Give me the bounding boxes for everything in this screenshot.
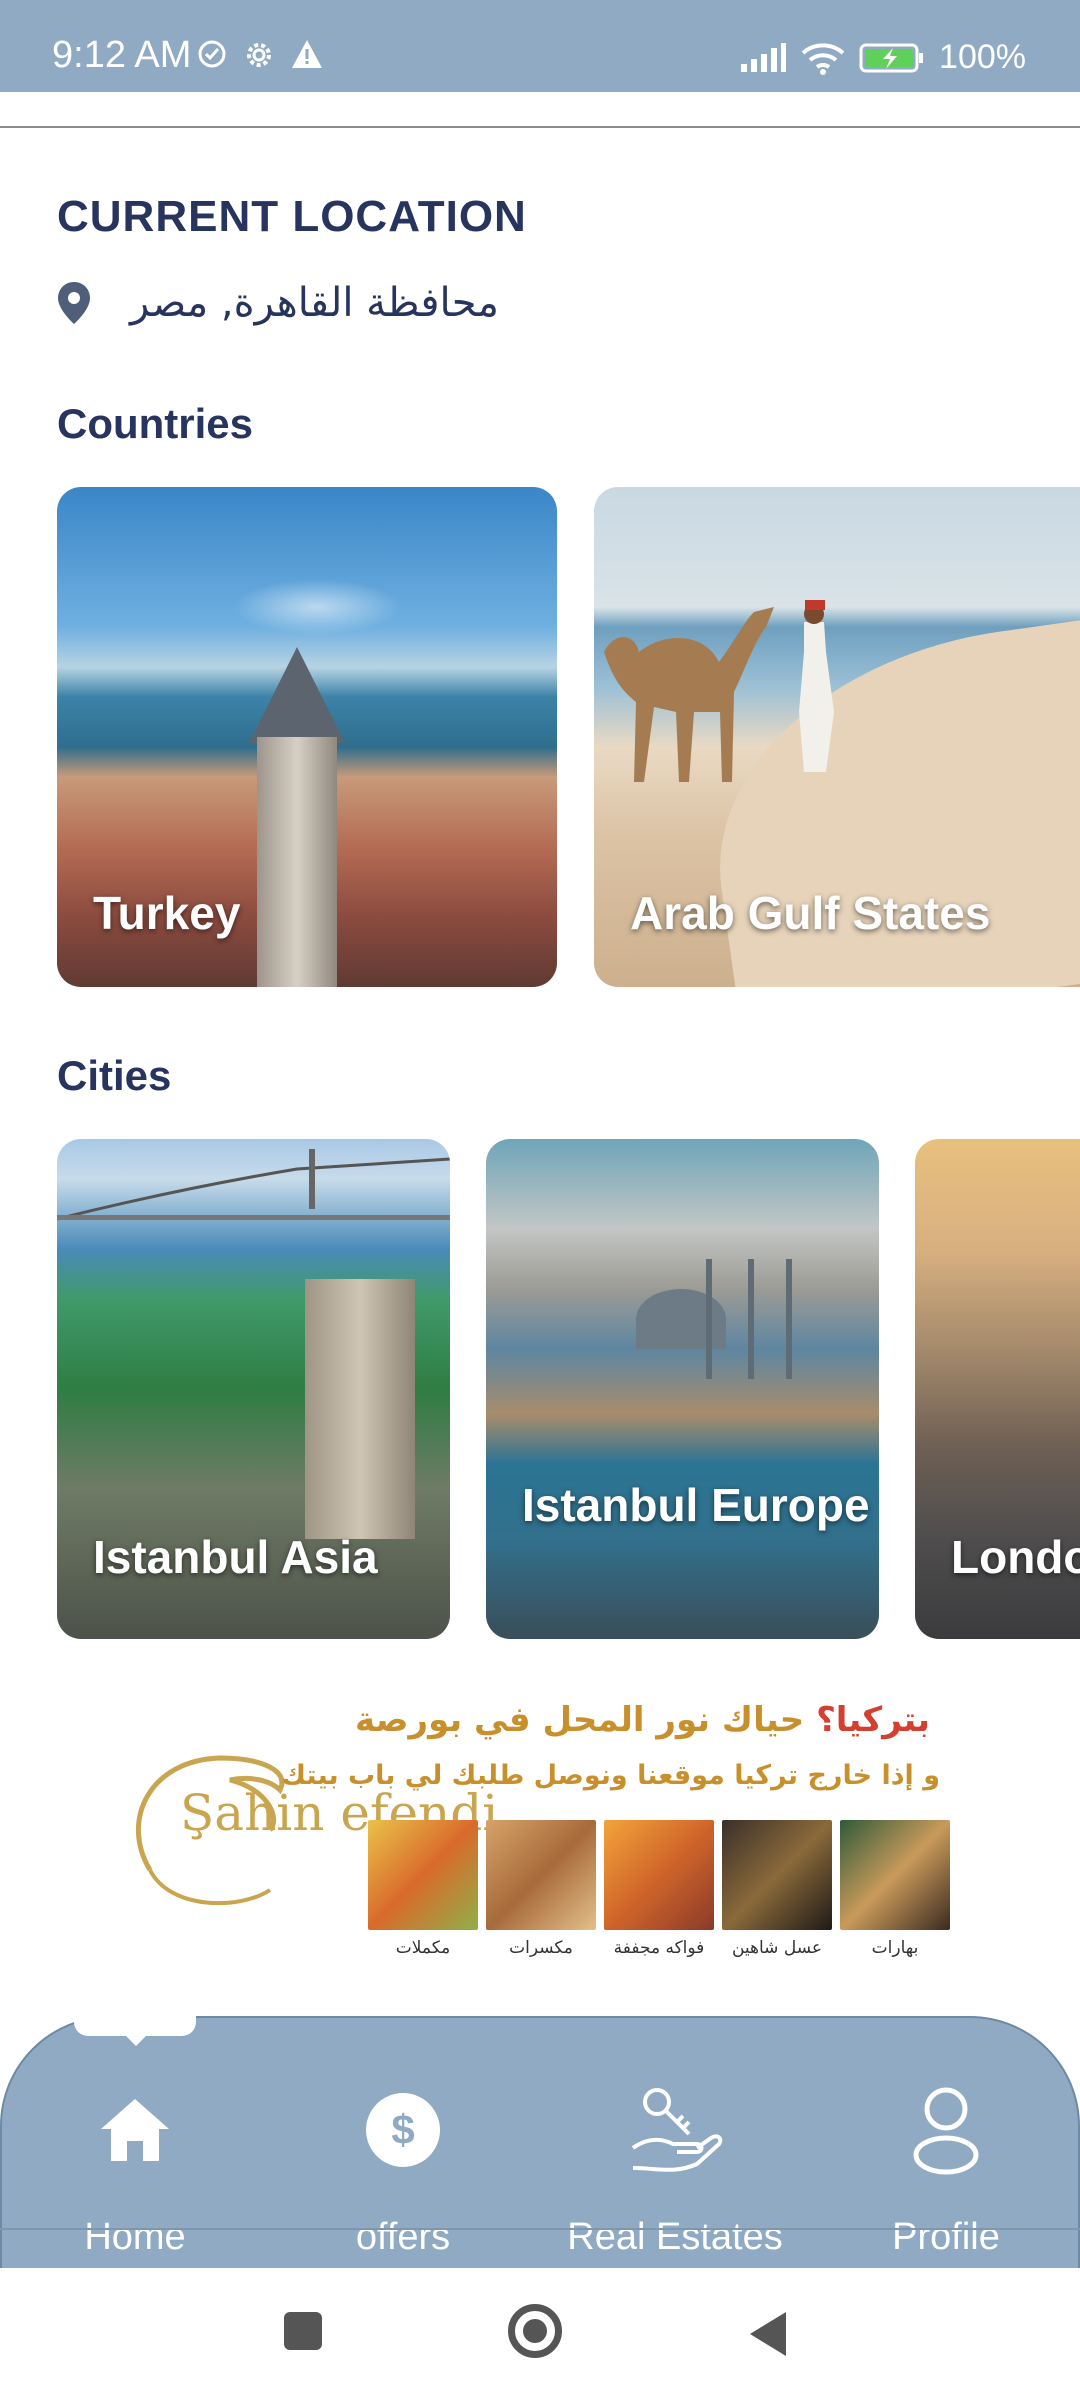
nav-bottom-divider [0,2228,1080,2230]
system-home-button[interactable] [508,2304,562,2358]
camel-illustration [604,600,834,782]
product-image [722,1820,832,1930]
current-location-heading: CURRENT LOCATION [57,192,527,241]
promo-banner[interactable]: Şahin efendi بتركيا؟ حياك نور المحل في ب… [120,1700,980,1970]
product-caption: بهارات [871,1938,919,1958]
minaret [748,1259,754,1379]
status-time: 9:12 AM [52,34,192,76]
nav-label-home: Home [84,2216,186,2258]
product-caption: مكسرات [509,1938,573,1958]
city-card-label: Istanbul Europe [522,1479,870,1531]
mosque-dome [636,1289,726,1349]
nav-item-profile[interactable]: Profile [816,2080,1076,2259]
rumeli-tower [305,1279,415,1539]
bridge-illustration [57,1149,450,1221]
home-icon [5,2080,265,2180]
banner-captions: مكملات مكسرات فواكه مجففة عسل شاهين بهار… [368,1938,950,1958]
gear-icon [247,43,271,67]
city-card-label: London [951,1531,1080,1583]
user-icon [816,2080,1076,2180]
wifi-icon [801,42,845,75]
product-image [604,1820,714,1930]
countries-heading: Countries [57,400,254,447]
country-card-label: Arab Gulf States [630,887,991,939]
nav-label-offers: offers [355,2216,451,2258]
city-card-istanbul-asia[interactable]: Istanbul Asia [57,1139,450,1639]
city-card-london[interactable]: London [915,1139,1080,1639]
banner-headline-accent: بتركيا؟ [816,1700,930,1740]
status-icons-left [196,38,324,72]
location-pin-icon [58,282,90,324]
status-icons-right: 100% [739,38,1026,77]
nav-item-home[interactable]: Home [5,2080,265,2259]
signal-icon [741,42,787,72]
current-location-value: محافظة القاهرة, مصر [130,280,499,326]
city-card-label: Istanbul Asia [93,1531,378,1583]
cities-heading: Cities [57,1052,172,1099]
hand-key-icon [545,2080,805,2180]
product-caption: مكملات [395,1938,451,1958]
battery-charging-icon [859,43,924,72]
recents-button[interactable] [284,2312,322,2350]
product-caption: عسل شاهين [731,1938,823,1958]
minaret [706,1259,712,1379]
current-location-row[interactable]: محافظة القاهرة, مصر [56,280,499,326]
status-bar: 9:12 AM 100% [0,0,1080,92]
banner-headline-rest: حياك نور المحل في بورصة [355,1700,805,1740]
product-image [840,1820,950,1930]
top-divider [0,126,1080,128]
nav-item-real-estates[interactable]: Real Estates [545,2080,805,2259]
nav-label-real-estates: Real Estates [567,2216,783,2258]
nav-item-offers[interactable]: $ offers [273,2080,533,2259]
country-card-turkey[interactable]: Turkey [57,487,557,987]
warning-icon [292,40,322,68]
country-card-label: Turkey [93,887,241,939]
banner-subline: و إذا خارج تركيا موقعنا ونوصل طلبك لي با… [281,1760,940,1791]
galata-tower [257,737,337,987]
back-button[interactable] [750,2312,786,2356]
galata-tower-roof [249,647,345,743]
country-card-arab-gulf-states[interactable]: Arab Gulf States [594,487,1080,987]
nav-label-profile: Profile [892,2216,1000,2258]
city-card-istanbul-europe[interactable]: Istanbul Europe [486,1139,879,1639]
check-circle-icon [198,40,226,68]
battery-percent: 100% [939,38,1026,76]
product-image [486,1820,596,1930]
system-navigation-bar [0,2268,1080,2400]
product-caption: فواكه مجففة [613,1938,705,1958]
svg-text:$: $ [391,2106,414,2153]
banner-products [368,1820,950,1930]
product-image [368,1820,478,1930]
banner-headline: بتركيا؟ حياك نور المحل في بورصة [355,1700,930,1740]
active-tab-indicator [74,2016,196,2046]
minaret [786,1259,792,1379]
dollar-icon: $ [273,2080,533,2180]
